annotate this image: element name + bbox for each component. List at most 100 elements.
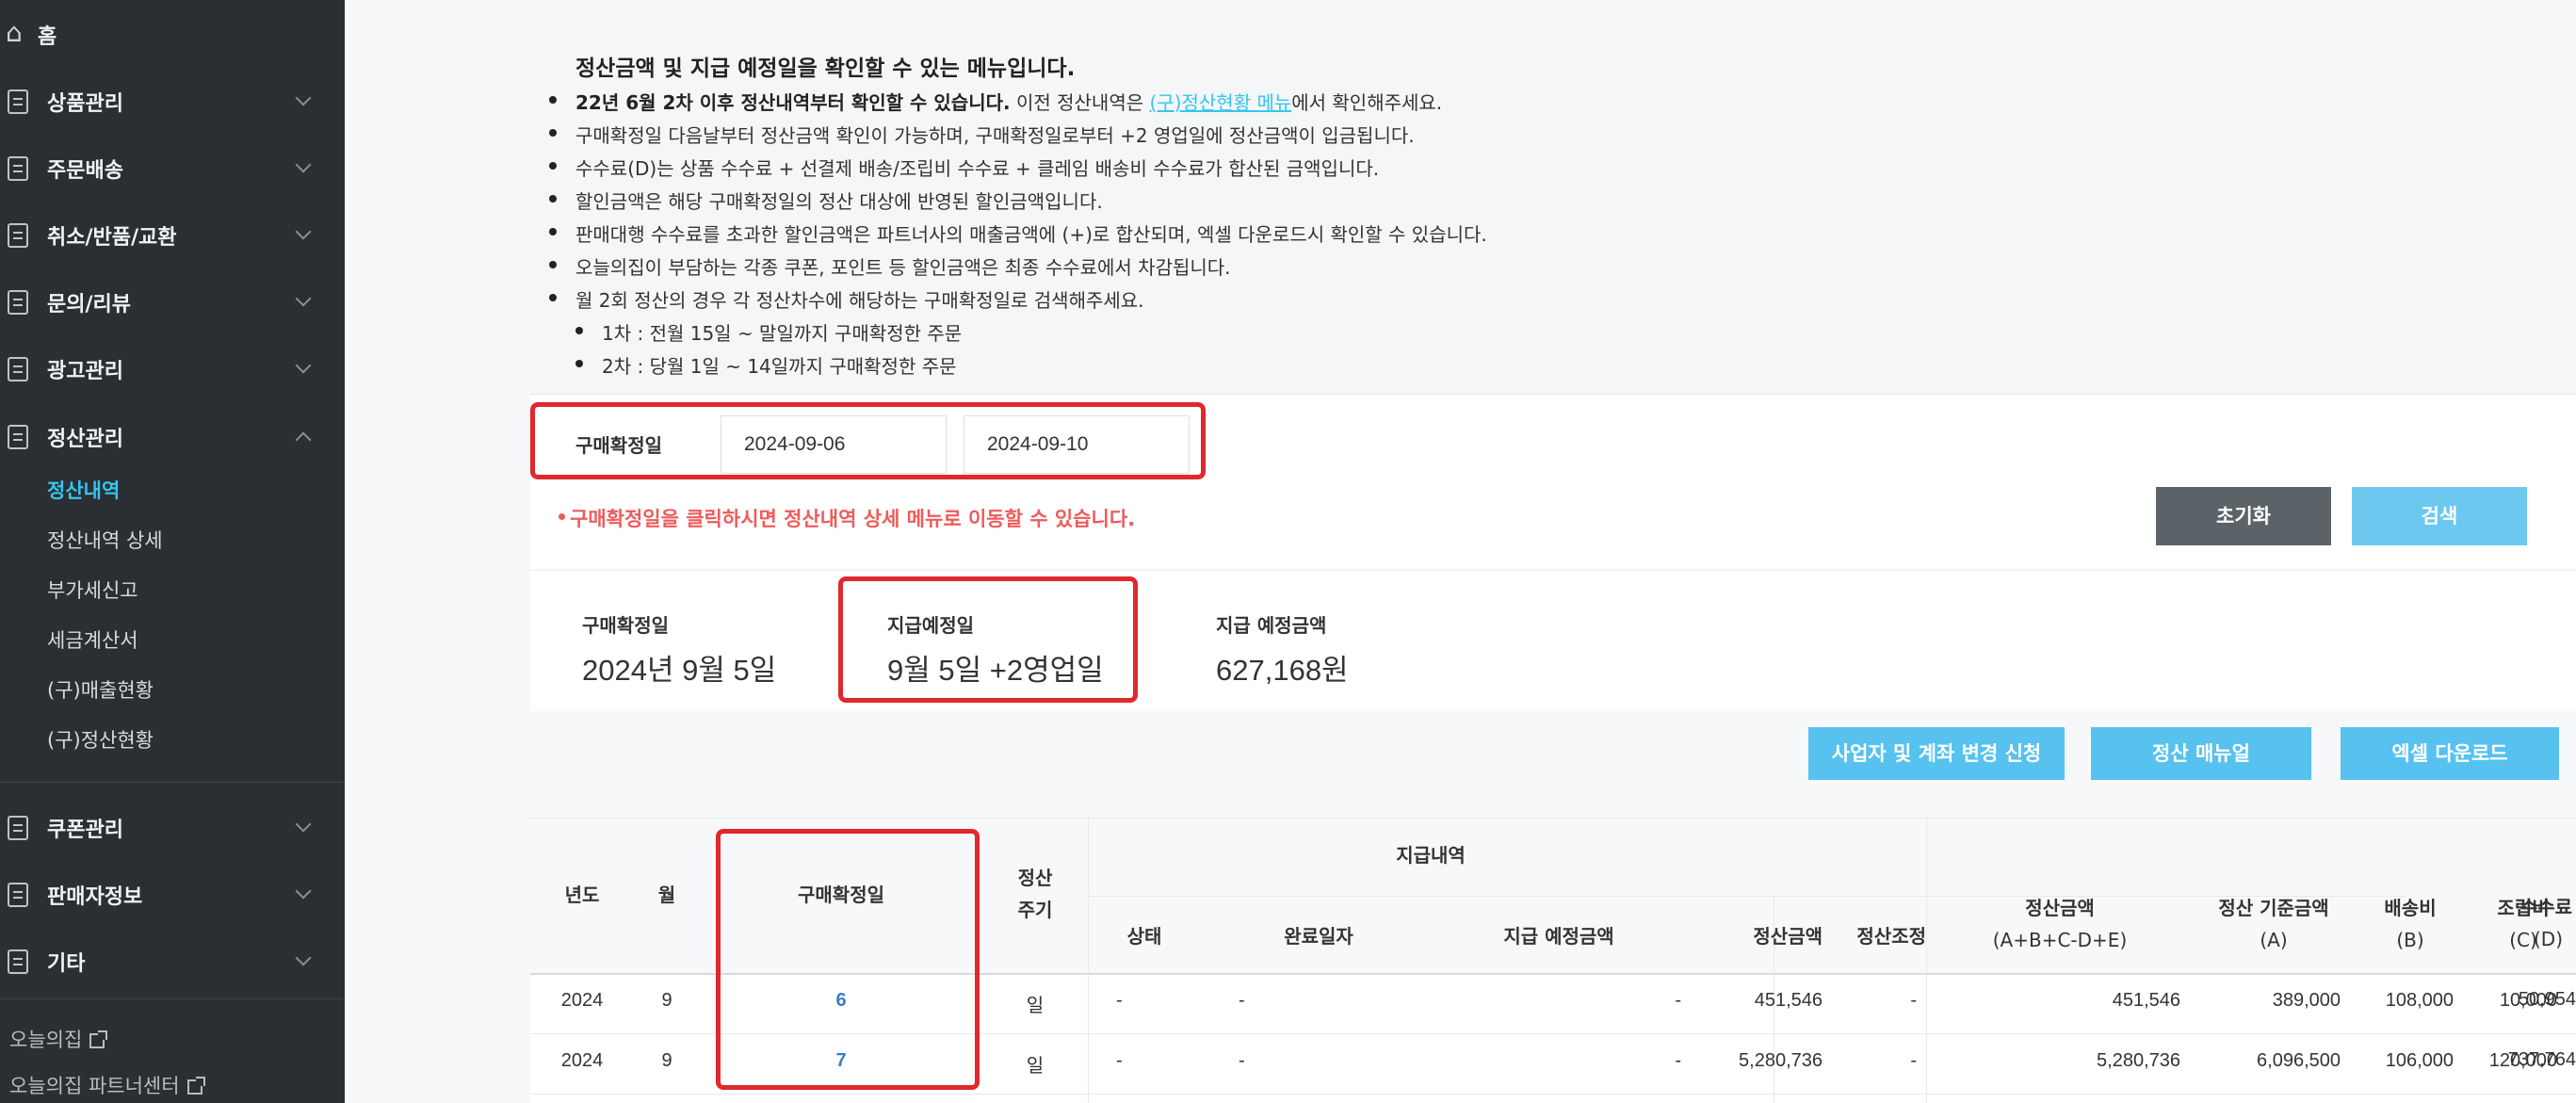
settlement-manual-button[interactable]: 정산 매뉴얼 <box>2091 727 2311 780</box>
th-settle-amount: 정산금액 <box>1753 925 1823 948</box>
cell-settle-amount: 451,546 <box>1754 990 1823 1011</box>
footer-link-partner-center[interactable]: 오늘의집 파트너센터 <box>9 1071 205 1099</box>
cell-done-date: - <box>1239 990 1245 1011</box>
notice-line: 판매대행 수수료를 초과한 할인금액은 파트너사의 매출금액에 (+)로 합산되… <box>549 219 1487 247</box>
sidebar-item-returns[interactable]: 취소/반품/교환 <box>0 212 345 259</box>
old-settlement-link[interactable]: (구)정산현황 메뉴 <box>1149 91 1291 114</box>
cell-year: 2024 <box>560 990 604 1011</box>
notice-line: 할인금액은 해당 구매확정일의 정산 대상에 반영된 할인금액입니다. <box>549 187 1103 214</box>
chevron-down-icon <box>295 357 312 374</box>
th-status: 상태 <box>1126 925 1162 948</box>
summary-confirm-label: 구매확정일 <box>582 614 669 637</box>
sidebar-subitem-vat-report[interactable]: 부가세신고 <box>47 576 138 604</box>
th-fee-2: (D) <box>2533 928 2563 950</box>
th-expected: 지급 예정금액 <box>1503 925 1614 948</box>
cell-cycle: 일 <box>1026 996 1045 1016</box>
th-ship-1: 배송비 <box>2384 897 2437 919</box>
cell-expected: - <box>1675 990 1681 1011</box>
notice-bold-text: 22년 6월 2차 이후 정산내역부터 확인할 수 있습니다. <box>575 91 1011 114</box>
notice-line: 오늘의집이 부담하는 각종 쿠폰, 포인트 등 할인금액은 최종 수수료에서 차… <box>549 252 1231 280</box>
sidebar-subitem-tax-invoice[interactable]: 세금계산서 <box>47 625 138 654</box>
th-done-date: 완료일자 <box>1284 925 1353 948</box>
sidebar-item-settlement[interactable]: 정산관리 <box>0 414 345 461</box>
document-icon <box>8 156 28 181</box>
sidebar-item-etc[interactable]: 기타 <box>0 938 345 985</box>
notice-text: 에서 확인해주세요. <box>1291 91 1443 114</box>
chevron-down-icon <box>295 156 312 173</box>
th-total-1: 정산금액 <box>2025 897 2095 919</box>
summary-confirm-value: 2024년 9월 5일 <box>582 654 777 687</box>
sidebar-subitem-settlement-history[interactable]: 정산내역 <box>47 476 120 504</box>
document-icon <box>8 425 28 449</box>
notice-title: 정산금액 및 지급 예정일을 확인할 수 있는 메뉴입니다. <box>575 57 1076 81</box>
sidebar-item-label: 기타 <box>47 952 86 976</box>
sidebar-item-label: 주문배송 <box>47 159 123 183</box>
notice-line: 수수료(D)는 상품 수수료 + 선결제 배송/조립비 수수료 + 클레임 배송… <box>548 154 1379 181</box>
cell-base: 389,000 <box>2272 990 2341 1011</box>
notice-subline: 1차 : 전월 15일 ~ 말일까지 구매확정한 주문 <box>575 318 962 346</box>
document-icon <box>8 223 28 248</box>
notice-line: 구매확정일 다음날부터 정산금액 확인이 가능하며, 구매확정일로부터 +2 영… <box>549 121 1415 148</box>
cell-expected: - <box>1675 1050 1681 1071</box>
cell-adjust: - <box>1910 1050 1917 1071</box>
chevron-down-icon <box>295 223 312 240</box>
th-month: 월 <box>657 884 676 906</box>
notice-text: 이전 정산내역은 <box>1010 91 1150 114</box>
sidebar-item-orders[interactable]: 주문배송 <box>0 145 345 192</box>
sidebar-item-products[interactable]: 상품관리 <box>0 78 345 125</box>
reset-button[interactable]: 초기화 <box>2156 487 2331 545</box>
cell-settle-amount: 5,280,736 <box>1739 1050 1823 1071</box>
sidebar-item-inquiries[interactable]: 문의/리뷰 <box>0 279 345 326</box>
highlight-confirm-column <box>716 829 980 1090</box>
sidebar-item-coupons[interactable]: 쿠폰관리 <box>0 804 345 852</box>
cell-month: 9 <box>661 1050 672 1071</box>
notice-panel: 정산금액 및 지급 예정일을 확인할 수 있는 메뉴입니다. 22년 6월 2차… <box>530 33 2576 394</box>
th-base-1: 정산 기준금액 <box>2218 897 2329 919</box>
sidebar-divider <box>0 998 345 999</box>
home-icon <box>6 17 28 48</box>
cell-month: 9 <box>661 990 672 1011</box>
document-icon <box>8 816 28 840</box>
external-link-icon <box>89 1030 108 1048</box>
th-ship-2: (B) <box>2396 929 2424 951</box>
sidebar-item-home[interactable]: 홈 <box>0 11 345 58</box>
cell-cycle: 일 <box>1026 1056 1045 1077</box>
footer-link-ohouse[interactable]: 오늘의집 <box>9 1025 108 1053</box>
sidebar-subitem-settlement-detail[interactable]: 정산내역 상세 <box>47 526 163 554</box>
th-adjust: 정산조정 <box>1856 925 1926 948</box>
footer-link-label: 오늘의집 <box>9 1029 83 1051</box>
cell-total: 451,546 <box>2112 990 2180 1011</box>
sidebar-subitem-old-sales[interactable]: (구)매출현황 <box>47 675 154 704</box>
sidebar-item-label: 상품관리 <box>47 92 123 116</box>
search-button[interactable]: 검색 <box>2352 487 2527 545</box>
highlight-date-range <box>530 402 1206 479</box>
chevron-down-icon <box>295 883 312 900</box>
cell-done-date: - <box>1239 1050 1245 1071</box>
cell-total: 5,280,736 <box>2097 1050 2180 1071</box>
cell-base: 6,096,500 <box>2257 1050 2341 1071</box>
th-cycle-1: 정산 <box>1017 867 1053 889</box>
sidebar-item-label: 취소/반품/교환 <box>47 226 177 250</box>
summary-pay-amount-value: 627,168원 <box>1216 654 1349 687</box>
navigation-warning: 구매확정일을 클릭하시면 정산내역 상세 메뉴로 이동할 수 있습니다. <box>558 504 1135 532</box>
change-account-button[interactable]: 사업자 및 계좌 변경 신청 <box>1808 727 2065 780</box>
sidebar-divider <box>0 782 345 783</box>
cell-ship: 106,000 <box>2385 1050 2454 1071</box>
sidebar-item-label: 홈 <box>38 25 57 49</box>
sidebar-item-seller-info[interactable]: 판매자정보 <box>0 871 345 918</box>
sidebar: 홈 상품관리 주문배송 취소/반품/교환 문의/리뷰 광고관리 정산관리 정산내… <box>0 0 345 1103</box>
cell-ship: 108,000 <box>2385 990 2454 1011</box>
th-year: 년도 <box>564 884 600 906</box>
th-fee-1: 수수료 <box>2519 896 2572 918</box>
excel-download-button[interactable]: 엑셀 다운로드 <box>2341 727 2559 780</box>
summary-panel: 구매확정일 2024년 9월 5일 지급예정일 9월 5일 +2영업일 지급 예… <box>530 570 2576 711</box>
chevron-down-icon <box>295 89 312 106</box>
document-icon <box>8 89 28 114</box>
cell-status: - <box>1116 990 1123 1011</box>
sidebar-item-ads[interactable]: 광고관리 <box>0 346 345 393</box>
highlight-pay-date <box>838 576 1138 703</box>
cell-fee: 737,764 <box>2507 1049 2576 1070</box>
chevron-down-icon <box>295 290 312 307</box>
th-cycle-2: 주기 <box>1017 899 1053 921</box>
sidebar-subitem-old-settlement[interactable]: (구)정산현황 <box>47 725 154 754</box>
